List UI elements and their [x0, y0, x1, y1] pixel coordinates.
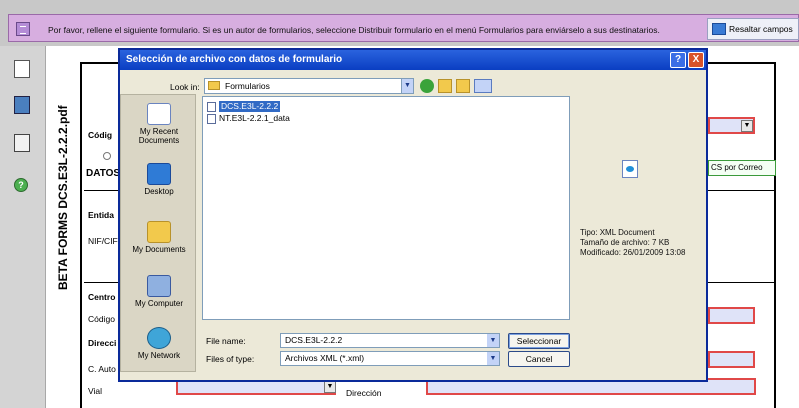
- xml-document-icon: [622, 160, 638, 178]
- network-icon: [147, 327, 171, 349]
- preview-modified: Modificado: 26/01/2009 13:08: [580, 248, 686, 257]
- chevron-down-icon[interactable]: ▼: [324, 381, 336, 393]
- chevron-down-icon[interactable]: ▼: [741, 120, 753, 132]
- xml-file-icon: [207, 101, 216, 112]
- file-type-select[interactable]: Archivos XML (*.xml) ▼: [280, 351, 500, 366]
- label-c-auto: C. Auto: [88, 364, 116, 374]
- select-button[interactable]: Seleccionar: [508, 333, 570, 349]
- forms-notice-bar: Por favor, rellene el siguiente formular…: [0, 0, 799, 46]
- file-select-dialog: Selección de archivo con datos de formul…: [118, 48, 708, 382]
- list-item[interactable]: DCS.E3L-2.2.2: [207, 101, 281, 112]
- place-label: My Documents: [132, 245, 186, 254]
- file-type-value: Archivos XML (*.xml): [285, 353, 365, 363]
- help-icon[interactable]: ?: [14, 178, 28, 192]
- dialog-title: Selección de archivo con datos de formul…: [120, 50, 706, 70]
- c-auto-field[interactable]: [708, 351, 755, 368]
- highlight-fields-label: Resaltar campos: [729, 24, 793, 34]
- list-item[interactable]: NT.E3L-2.2.1_data: [207, 113, 290, 124]
- notice-text: Por favor, rellene el siguiente formular…: [48, 25, 660, 35]
- file-list: DCS.E3L-2.2.2 NT.E3L-2.2.1_data: [202, 96, 570, 320]
- folder-icon: [208, 81, 220, 90]
- new-folder-icon[interactable]: [456, 79, 470, 93]
- place-my-recent-documents[interactable]: My Recent Documents: [121, 103, 197, 145]
- preview-type: Tipo: XML Document: [580, 228, 655, 237]
- help-button[interactable]: ?: [670, 52, 686, 68]
- file-type-label: Files of type:: [206, 354, 255, 364]
- label-datos: DATOS: [86, 168, 121, 179]
- signature-icon[interactable]: [14, 134, 30, 152]
- email-submit-button[interactable]: CS por Correo: [708, 160, 776, 176]
- file-name-value: DCS.E3L-2.2.2: [285, 335, 343, 345]
- place-my-computer[interactable]: My Computer: [121, 275, 197, 308]
- pages-icon[interactable]: [14, 60, 30, 78]
- chevron-down-icon[interactable]: ▼: [487, 352, 499, 365]
- label-direccion-abbr: Direcci: [88, 338, 117, 348]
- radio-option[interactable]: [103, 152, 111, 160]
- look-in-label: Look in:: [170, 82, 200, 92]
- form-icon: [16, 22, 30, 36]
- place-desktop[interactable]: Desktop: [121, 163, 197, 196]
- label-direccion: Dirección: [346, 388, 382, 398]
- left-navigation-toolbar: ?: [0, 46, 46, 408]
- file-name-label: File name:: [206, 336, 246, 346]
- place-label: Desktop: [144, 187, 174, 196]
- places-bar: My Recent Documents Desktop My Documents…: [120, 94, 196, 372]
- label-centro: Centro: [88, 292, 116, 302]
- views-menu-icon[interactable]: [474, 79, 492, 93]
- recent-documents-icon: [147, 103, 171, 125]
- attachments-icon[interactable]: [14, 96, 30, 114]
- file-name-input[interactable]: DCS.E3L-2.2.2 ▼: [280, 333, 500, 348]
- file-name: DCS.E3L-2.2.2: [219, 101, 281, 112]
- highlight-fields-button[interactable]: Resaltar campos: [707, 18, 799, 40]
- document-vertical-title: BETA FORMS DCS.E3L-2.2.2.pdf: [56, 105, 70, 290]
- place-label: My Recent Documents: [138, 127, 180, 145]
- label-vial: Vial: [88, 386, 103, 396]
- label-nif: NIF/CIF: [88, 236, 118, 246]
- xml-file-icon: [207, 113, 216, 124]
- place-label: My Computer: [134, 299, 183, 308]
- file-preview-pane: Tipo: XML Document Tamaño de archivo: 7 …: [576, 96, 704, 320]
- place-my-documents[interactable]: My Documents: [121, 221, 197, 254]
- up-folder-icon[interactable]: [438, 79, 452, 93]
- place-label: My Network: [137, 351, 181, 360]
- file-name: NT.E3L-2.2.1_data: [219, 113, 290, 123]
- my-computer-icon: [147, 275, 171, 297]
- cancel-button[interactable]: Cancel: [508, 351, 570, 367]
- desktop-icon: [147, 163, 171, 185]
- chevron-down-icon[interactable]: ▼: [401, 79, 413, 93]
- preview-size: Tamaño de archivo: 7 KB: [580, 238, 670, 247]
- my-documents-icon: [147, 221, 171, 243]
- label-entidad: Entida: [88, 210, 114, 220]
- chevron-down-icon[interactable]: ▼: [487, 334, 499, 347]
- place-my-network[interactable]: My Network: [121, 327, 197, 360]
- close-button[interactable]: X: [688, 52, 704, 68]
- codigo-centro-field[interactable]: [708, 307, 755, 324]
- back-icon[interactable]: [420, 79, 434, 93]
- look-in-select[interactable]: Formularios: [204, 78, 414, 94]
- highlight-icon: [712, 23, 726, 35]
- label-codigo-centro: Código: [88, 314, 115, 324]
- label-codigo: Códig: [88, 130, 113, 140]
